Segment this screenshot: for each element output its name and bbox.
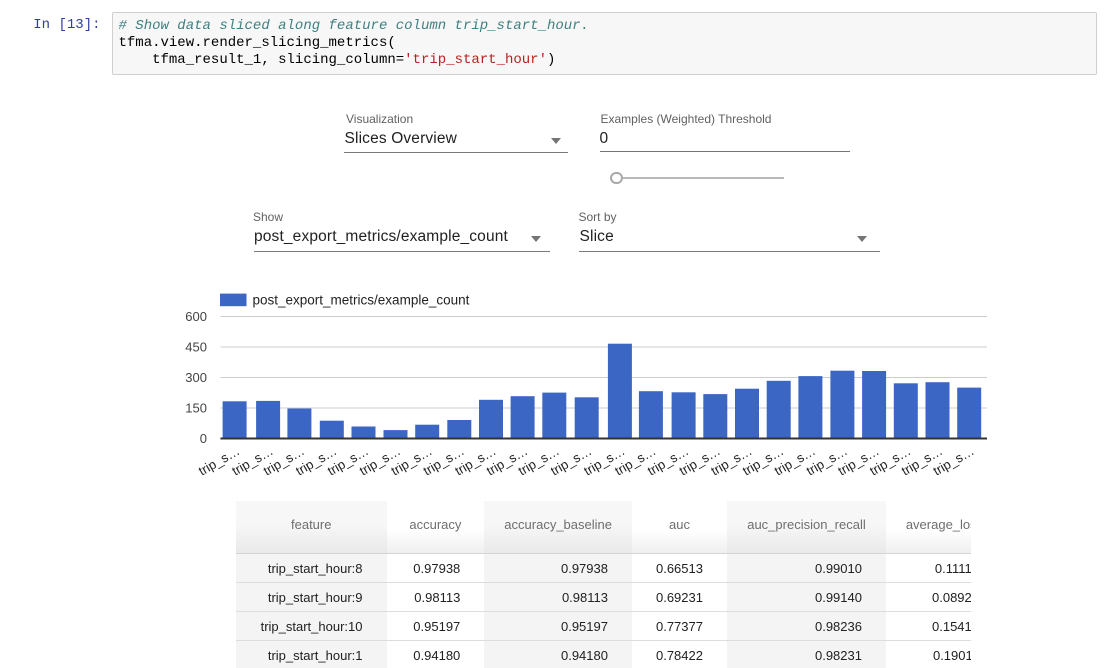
svg-text:300: 300 [185,370,207,385]
svg-text:150: 150 [185,401,207,416]
svg-text:post_export_metrics/example_co: post_export_metrics/example_count [253,293,470,308]
svg-text:600: 600 [185,309,207,324]
svg-text:450: 450 [185,340,207,355]
svg-text:0: 0 [200,431,207,446]
